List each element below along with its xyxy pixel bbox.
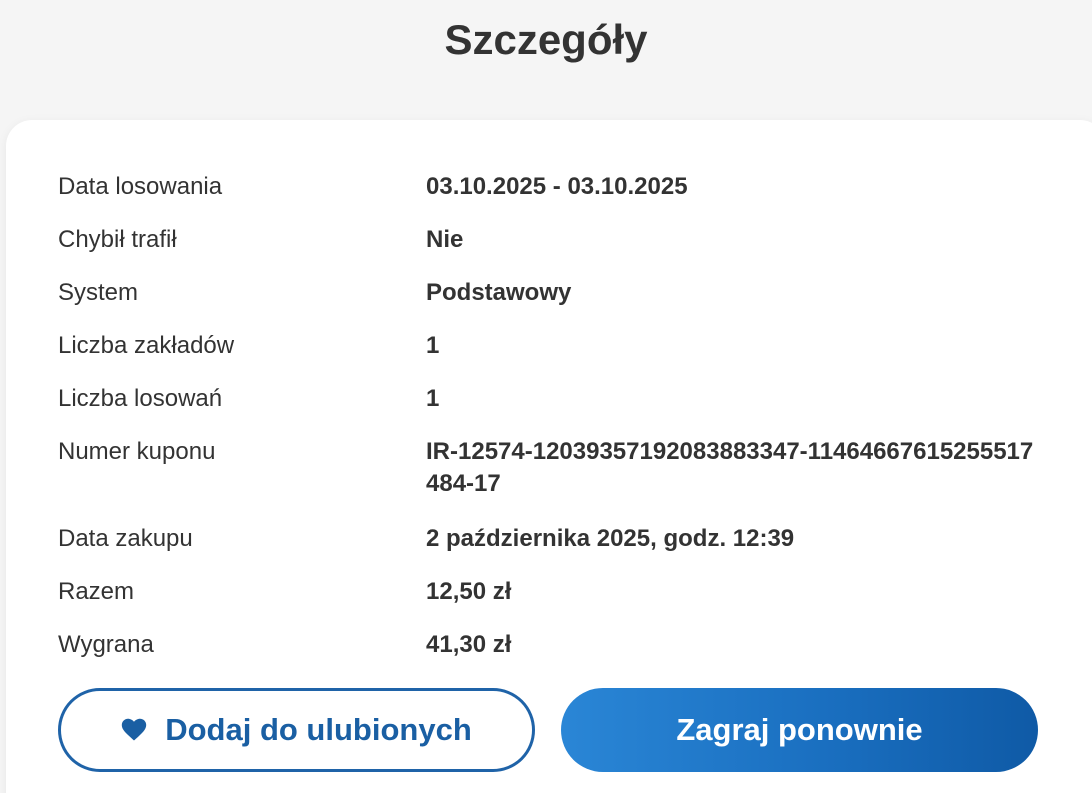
detail-label: Razem <box>58 578 135 605</box>
add-to-favorites-label: Dodaj do ulubionych <box>165 712 472 747</box>
detail-value: Nie <box>426 226 464 253</box>
detail-row-coupon-number: Numer kuponu IR-12574-120393571920838833… <box>58 425 1058 512</box>
detail-value: 2 października 2025, godz. 12:39 <box>426 525 795 552</box>
details-list: Data losowania 03.10.2025 - 03.10.2025 C… <box>58 160 1058 671</box>
detail-row-bet-count: Liczba zakładów 1 <box>58 319 1058 372</box>
detail-value: 12,50 zł <box>426 578 512 605</box>
detail-value: 03.10.2025 - 03.10.2025 <box>426 173 688 200</box>
detail-label: Numer kuponu <box>58 438 216 465</box>
detail-label: System <box>58 279 139 306</box>
action-buttons: Dodaj do ulubionych Zagraj ponownie <box>58 688 1038 772</box>
detail-row-draw-date: Data losowania 03.10.2025 - 03.10.2025 <box>58 160 1058 213</box>
detail-value: 1 <box>426 332 440 359</box>
page-title: Szczegóły <box>444 16 648 63</box>
detail-label: Data losowania <box>58 173 223 200</box>
heart-icon <box>121 718 147 742</box>
play-again-label: Zagraj ponownie <box>676 712 923 747</box>
detail-label: Liczba zakładów <box>58 332 235 359</box>
detail-label: Chybił trafił <box>58 226 177 253</box>
detail-row-system: System Podstawowy <box>58 266 1058 319</box>
detail-value: 41,30 zł <box>426 631 512 658</box>
add-to-favorites-button[interactable]: Dodaj do ulubionych <box>58 688 535 772</box>
detail-row-purchase-date: Data zakupu 2 października 2025, godz. 1… <box>58 512 1058 565</box>
detail-value: 1 <box>426 385 440 412</box>
detail-label: Data zakupu <box>58 525 193 552</box>
detail-value: Podstawowy <box>426 279 572 306</box>
details-page: Szczegóły Data losowania 03.10.2025 - 03… <box>0 0 1092 793</box>
detail-row-winnings: Wygrana 41,30 zł <box>58 618 1058 671</box>
play-again-button[interactable]: Zagraj ponownie <box>561 688 1038 772</box>
detail-label: Wygrana <box>58 631 154 658</box>
detail-row-total: Razem 12,50 zł <box>58 565 1058 618</box>
detail-label: Liczba losowań <box>58 385 223 412</box>
coupon-number-value: IR-12574-1203935719208388334​7-114646676… <box>426 438 1034 497</box>
detail-row-draw-count: Liczba losowań 1 <box>58 372 1058 425</box>
detail-row-quick-pick: Chybił trafił Nie <box>58 213 1058 266</box>
